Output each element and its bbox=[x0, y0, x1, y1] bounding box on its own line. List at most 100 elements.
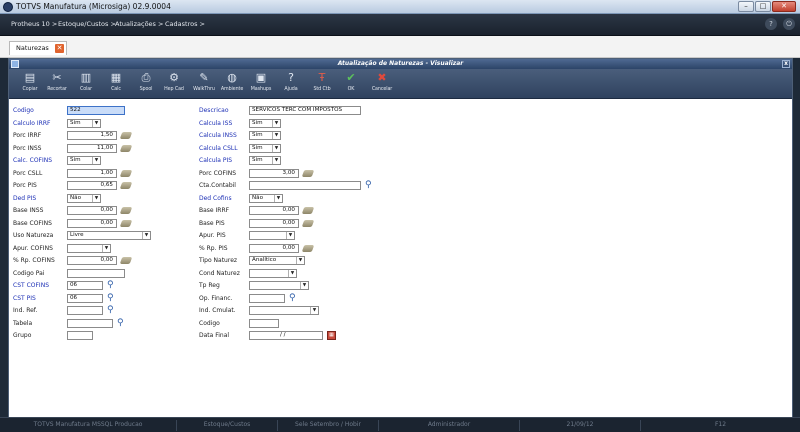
grupo-field[interactable] bbox=[67, 331, 93, 340]
calculator-icon[interactable] bbox=[119, 257, 133, 264]
apur-cofins-select[interactable]: ▼ bbox=[67, 244, 111, 253]
search-icon[interactable]: ⚲ bbox=[289, 293, 299, 303]
minimize-button[interactable]: – bbox=[738, 1, 754, 12]
calculator-icon[interactable] bbox=[119, 170, 133, 177]
ind-ref-field[interactable] bbox=[67, 306, 103, 315]
search-icon[interactable]: ⚲ bbox=[107, 305, 117, 315]
base-irrf-field[interactable]: 0,00 bbox=[249, 206, 299, 215]
search-icon[interactable]: ⚲ bbox=[107, 280, 117, 290]
menu-cadastros[interactable]: Cadastros > bbox=[165, 20, 205, 28]
op-financ-field[interactable] bbox=[249, 294, 285, 303]
walkthru-button[interactable]: ✎ WalkThru bbox=[191, 71, 217, 98]
calcula-csll-label: Calcula CSLL bbox=[199, 145, 238, 152]
cond-naturez-select[interactable]: ▼ bbox=[249, 269, 297, 278]
cut-button[interactable]: ✂ Recortar bbox=[44, 71, 70, 98]
cst-cofins-field[interactable]: 06 bbox=[67, 281, 103, 290]
chevron-down-icon: ▼ bbox=[272, 120, 280, 127]
porc-inss-field[interactable]: 11,00 bbox=[67, 144, 117, 153]
maximize-button[interactable]: □ bbox=[755, 1, 771, 12]
form-close-icon[interactable]: x bbox=[782, 60, 790, 68]
status-date: 21/09/12 bbox=[566, 421, 594, 428]
ind-cmulat-select[interactable]: ▼ bbox=[249, 306, 319, 315]
calculator-icon[interactable] bbox=[301, 170, 315, 177]
rp-pis-field[interactable]: 0,00 bbox=[249, 244, 299, 253]
calcula-inss-select[interactable]: Sim ▼ bbox=[249, 131, 281, 140]
cancel-button[interactable]: ✖ Cancelar bbox=[369, 71, 395, 98]
calcula-iss-select[interactable]: Sim ▼ bbox=[249, 119, 281, 128]
codigo-right-field[interactable] bbox=[249, 319, 279, 328]
cta-contabil-label: Cta.Contabil bbox=[199, 182, 236, 189]
codigo-pai-field[interactable] bbox=[67, 269, 125, 278]
search-icon[interactable]: ⚲ bbox=[107, 293, 117, 303]
calculator-icon[interactable] bbox=[301, 245, 315, 252]
exit-icon[interactable]: ⏻ bbox=[783, 18, 795, 30]
menu-protheus[interactable]: Protheus 10 > bbox=[11, 20, 57, 28]
tab-close-icon[interactable]: ✕ bbox=[55, 44, 64, 53]
ded-pis-select[interactable]: Não ▼ bbox=[67, 194, 101, 203]
calcula-pis-select[interactable]: Sim ▼ bbox=[249, 156, 281, 165]
calendar-icon[interactable]: ▦ bbox=[327, 331, 336, 340]
menu-estoque-custos[interactable]: Estoque/Custos > bbox=[58, 20, 116, 28]
ajuda-button[interactable]: ? Ajuda bbox=[278, 71, 304, 98]
porc-pis-field[interactable]: 0,65 bbox=[67, 181, 117, 190]
calculator-icon[interactable] bbox=[119, 220, 133, 227]
globe-icon: ◍ bbox=[227, 71, 237, 84]
menu-atualizacoes[interactable]: Atualizações > bbox=[115, 20, 163, 28]
data-final-field[interactable]: / / bbox=[249, 331, 323, 340]
calcula-pis-label: Calcula PIS bbox=[199, 157, 233, 164]
calculator-icon[interactable] bbox=[301, 220, 315, 227]
cta-contabil-field[interactable] bbox=[249, 181, 361, 190]
ambiente-button[interactable]: ◍ Ambiente bbox=[219, 71, 245, 98]
paste-button[interactable]: ▥ Colar bbox=[73, 71, 99, 98]
porc-cofins-field[interactable]: 3,00 bbox=[249, 169, 299, 178]
tab-naturezas-label: Naturezas bbox=[16, 44, 49, 52]
cst-pis-field[interactable]: 06 bbox=[67, 294, 103, 303]
tipo-naturez-select[interactable]: Analítico ▼ bbox=[249, 256, 305, 265]
calculator-icon[interactable] bbox=[301, 207, 315, 214]
ded-cofins-select[interactable]: Não ▼ bbox=[249, 194, 283, 203]
calculo-irrf-label: Calculo IRRF bbox=[13, 120, 51, 127]
rp-cofins-field[interactable]: 0,00 bbox=[67, 256, 117, 265]
calculator-icon[interactable] bbox=[119, 132, 133, 139]
base-inss-field[interactable]: 0,00 bbox=[67, 206, 117, 215]
codigo-label: Codigo bbox=[13, 107, 34, 114]
ok-button[interactable]: ✔ OK bbox=[338, 71, 364, 98]
chevron-down-icon: ▼ bbox=[274, 195, 282, 202]
toolbar: ▤ Copiar ✂ Recortar ▥ Colar ▦ Calc ⎙ Spool ⚙ H… bbox=[9, 69, 792, 99]
calc-cofins-select[interactable]: Sim ▼ bbox=[67, 156, 101, 165]
uso-natureza-select[interactable]: Livre ▼ bbox=[67, 231, 151, 240]
help-register-button[interactable]: ⚙ Hep Cad bbox=[161, 71, 187, 98]
calculator-icon[interactable] bbox=[119, 145, 133, 152]
codigo-field[interactable]: 522 bbox=[67, 106, 125, 115]
copy-button[interactable]: ▤ Copiar bbox=[17, 71, 43, 98]
tabela-field[interactable] bbox=[67, 319, 113, 328]
calc-button[interactable]: ▦ Calc bbox=[103, 71, 129, 98]
base-cofins-field[interactable]: 0,00 bbox=[67, 219, 117, 228]
chevron-down-icon: ▼ bbox=[272, 157, 280, 164]
porc-csll-field[interactable]: 1,00 bbox=[67, 169, 117, 178]
spool-button[interactable]: ⎙ Spool bbox=[133, 71, 159, 98]
form-window-icon bbox=[11, 60, 19, 68]
ind-ref-label: Ind. Ref. bbox=[13, 307, 38, 314]
search-icon[interactable]: ⚲ bbox=[117, 318, 127, 328]
tp-reg-select[interactable]: ▼ bbox=[249, 281, 309, 290]
descricao-field[interactable]: SERVICOS TERC COM IMPOSTOS bbox=[249, 106, 361, 115]
tab-naturezas[interactable]: Naturezas ✕ bbox=[9, 41, 67, 55]
std-ctb-button[interactable]: Ŧ Std Ctb bbox=[309, 71, 335, 98]
calcula-csll-select[interactable]: Sim ▼ bbox=[249, 144, 281, 153]
help-circle-icon[interactable]: ? bbox=[765, 18, 777, 30]
calculo-irrf-select[interactable]: Sim ▼ bbox=[67, 119, 101, 128]
close-button[interactable]: ✕ bbox=[772, 1, 796, 12]
status-user: Administrador bbox=[427, 421, 471, 428]
base-pis-field[interactable]: 0,00 bbox=[249, 219, 299, 228]
tab-strip: Naturezas ✕ bbox=[0, 36, 800, 58]
apur-pis-select[interactable]: ▼ bbox=[249, 231, 295, 240]
calculator-icon[interactable] bbox=[119, 207, 133, 214]
help-icon: ? bbox=[288, 71, 294, 84]
mashups-button[interactable]: ▣ Mashups bbox=[248, 71, 274, 98]
porc-irrf-field[interactable]: 1,50 bbox=[67, 131, 117, 140]
codigo-pai-label: Codigo Pai bbox=[13, 270, 45, 277]
search-icon[interactable]: ⚲ bbox=[365, 180, 375, 190]
chevron-down-icon: ▼ bbox=[300, 282, 308, 289]
calculator-icon[interactable] bbox=[119, 182, 133, 189]
